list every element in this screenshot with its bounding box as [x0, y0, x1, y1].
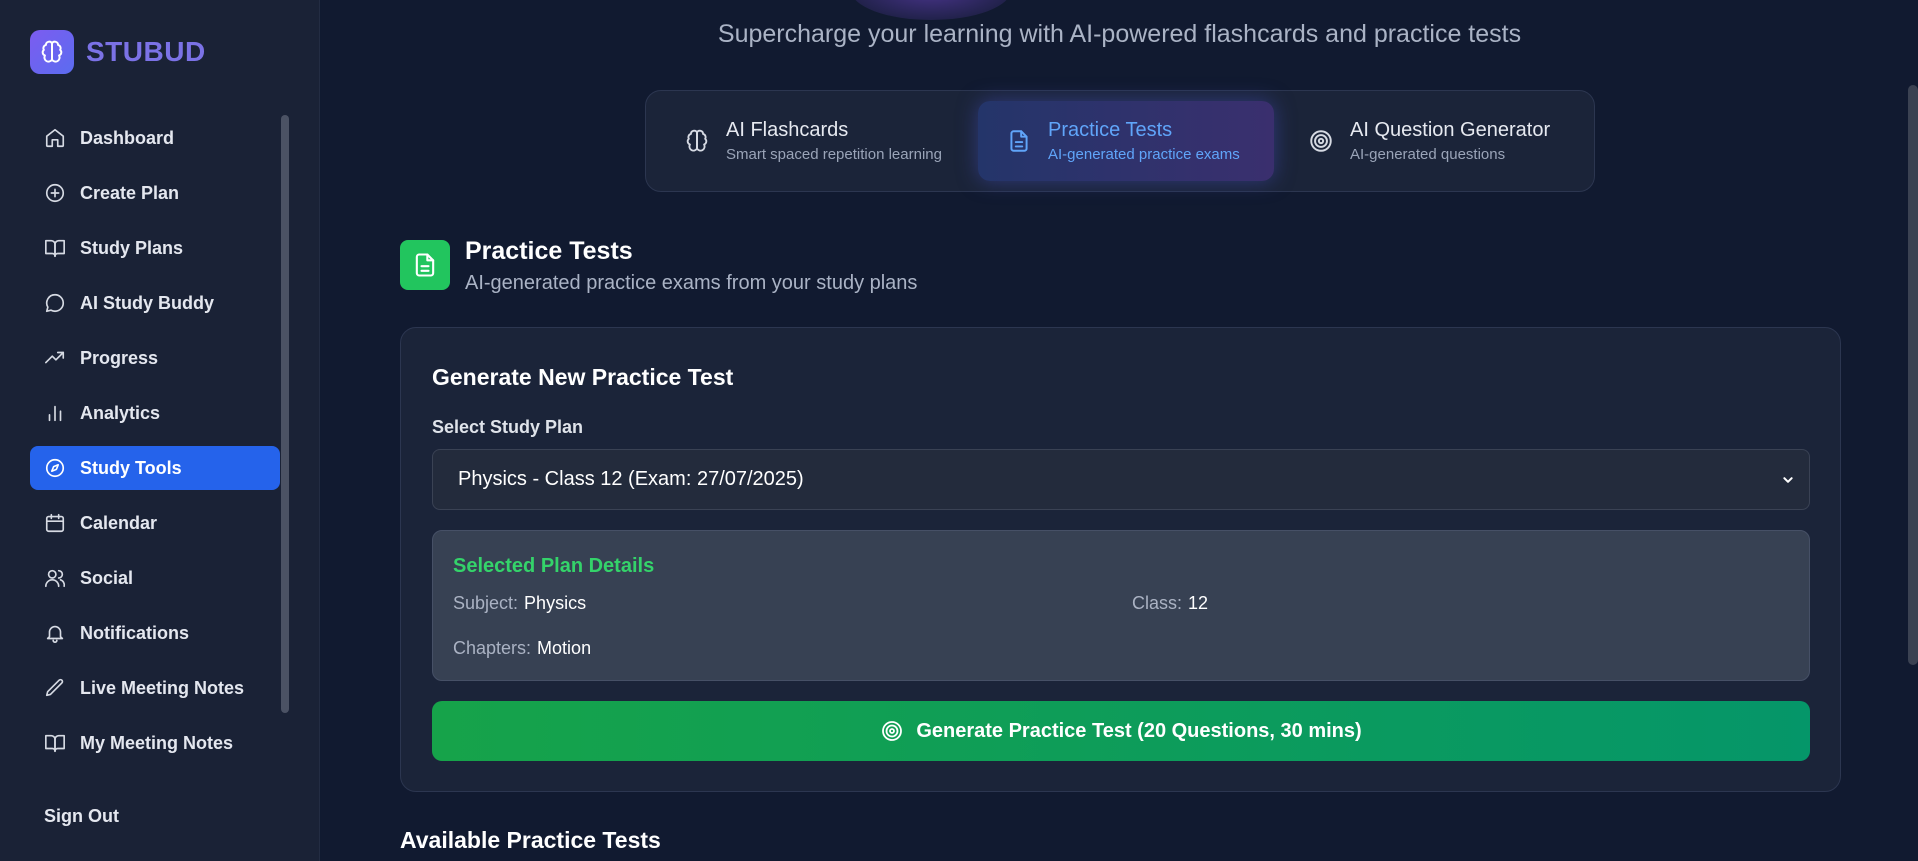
sidebar-item-social[interactable]: Social	[30, 556, 280, 600]
tab-title: AI Flashcards	[726, 119, 849, 141]
available-tests-heading: Available Practice Tests	[400, 827, 661, 853]
subject-label: Subject:	[453, 593, 519, 613]
trending-up-icon	[45, 351, 65, 364]
main-scrollbar[interactable]	[1908, 85, 1918, 665]
book-open-icon	[45, 734, 65, 753]
brain-icon	[686, 129, 708, 152]
class-row: Class: 12	[1132, 593, 1208, 614]
bell-icon	[46, 625, 64, 643]
chat-bubble-icon	[45, 293, 64, 313]
target-icon	[882, 721, 903, 741]
class-label: Class:	[1132, 593, 1183, 613]
tab-subtitle: Smart spaced repetition learning	[726, 146, 942, 163]
sidebar-scrollbar[interactable]	[281, 115, 289, 713]
decorative-glow	[851, 0, 1011, 20]
sign-out-button[interactable]: Sign Out	[44, 806, 119, 827]
tool-tabs: AI Flashcards Smart spaced repetition le…	[645, 90, 1595, 192]
sidebar-item-notifications[interactable]: Notifications	[30, 611, 280, 655]
class-value: 12	[1188, 593, 1209, 613]
sidebar-item-ai-study-buddy[interactable]: AI Study Buddy	[30, 281, 280, 325]
sidebar-item-analytics[interactable]: Analytics	[30, 391, 280, 435]
sidebar-item-live-meeting-notes[interactable]: Live Meeting Notes	[30, 666, 280, 710]
tab-ai-question-generator[interactable]: AI Question Generator AI-generated quest…	[1308, 101, 1578, 181]
sidebar-item-label: My Meeting Notes	[80, 732, 234, 753]
sidebar-item-label: Create Plan	[80, 182, 180, 203]
sidebar-item-study-tools[interactable]: Study Tools	[30, 446, 280, 490]
sidebar-item-study-plans[interactable]: Study Plans	[30, 226, 280, 270]
sidebar-item-label: Calendar	[80, 512, 158, 533]
subject-value: Physics	[524, 593, 587, 613]
select-study-plan-label: Select Study Plan	[432, 417, 584, 437]
tab-title: Practice Tests	[1048, 119, 1173, 141]
brand[interactable]: STUBUD	[30, 30, 206, 74]
generate-practice-test-button[interactable]: Generate Practice Test (20 Questions, 30…	[432, 701, 1810, 761]
chapters-value: Motion	[537, 638, 592, 658]
brand-name: STUBUD	[86, 36, 206, 67]
bar-chart-icon	[48, 405, 62, 422]
pencil-icon	[45, 678, 64, 697]
sidebar-item-label: Study Plans	[80, 237, 184, 258]
page-subtitle: Supercharge your learning with AI-powere…	[717, 20, 1522, 48]
section-title: Practice Tests	[465, 237, 633, 265]
card-title: Generate New Practice Test	[432, 364, 734, 390]
compass-icon	[45, 458, 65, 478]
sidebar-item-calendar[interactable]: Calendar	[30, 501, 280, 545]
sidebar: STUBUD Dashboard Create Plan Study Plans…	[0, 0, 320, 861]
target-icon	[1310, 130, 1332, 152]
book-open-icon	[45, 239, 65, 258]
main-content: Supercharge your learning with AI-powere…	[321, 0, 1918, 861]
plus-circle-icon	[45, 183, 65, 203]
study-plan-select[interactable]: Physics - Class 12 (Exam: 27/07/2025)	[432, 449, 1810, 510]
sidebar-item-create-plan[interactable]: Create Plan	[30, 171, 280, 215]
section-subtitle: AI-generated practice exams from your st…	[465, 272, 918, 294]
chevron-down-icon	[1783, 477, 1793, 483]
sidebar-item-label: Notifications	[80, 622, 190, 643]
tab-title: AI Question Generator	[1350, 119, 1551, 141]
sidebar-nav: Dashboard Create Plan Study Plans AI Stu…	[30, 116, 280, 776]
sidebar-item-label: Live Meeting Notes	[80, 677, 245, 698]
brain-icon	[30, 30, 74, 74]
generate-button-label: Generate Practice Test (20 Questions, 30…	[916, 719, 1362, 742]
sidebar-item-progress[interactable]: Progress	[30, 336, 280, 380]
generate-test-card: Generate New Practice Test Select Study …	[400, 327, 1841, 792]
sidebar-item-label: Progress	[80, 347, 159, 368]
document-icon	[400, 240, 450, 290]
sidebar-item-label: Dashboard	[80, 127, 175, 148]
chapters-row: Chapters: Motion	[453, 638, 591, 659]
tab-practice-tests[interactable]: Practice Tests AI-generated practice exa…	[978, 101, 1274, 181]
chapters-label: Chapters:	[453, 638, 532, 658]
subject-row: Subject: Physics	[453, 593, 586, 614]
sidebar-item-label: Social	[80, 567, 134, 588]
sidebar-item-dashboard[interactable]: Dashboard	[30, 116, 280, 160]
sidebar-item-label: Analytics	[80, 402, 161, 423]
selected-plan-value: Physics - Class 12 (Exam: 27/07/2025)	[458, 468, 804, 490]
details-title: Selected Plan Details	[453, 555, 655, 577]
home-icon	[45, 128, 65, 148]
sidebar-item-my-meeting-notes[interactable]: My Meeting Notes	[30, 721, 280, 765]
tab-ai-flashcards[interactable]: AI Flashcards Smart spaced repetition le…	[684, 101, 954, 181]
tab-subtitle: AI-generated questions	[1350, 146, 1506, 163]
users-icon	[45, 569, 66, 588]
calendar-icon	[45, 513, 65, 533]
selected-plan-details: Selected Plan Details Subject: Physics Cl…	[432, 530, 1810, 681]
sidebar-item-label: Study Tools	[80, 457, 182, 478]
sidebar-item-label: AI Study Buddy	[80, 292, 214, 313]
tab-subtitle: AI-generated practice exams	[1048, 146, 1240, 163]
document-icon	[1010, 130, 1028, 152]
